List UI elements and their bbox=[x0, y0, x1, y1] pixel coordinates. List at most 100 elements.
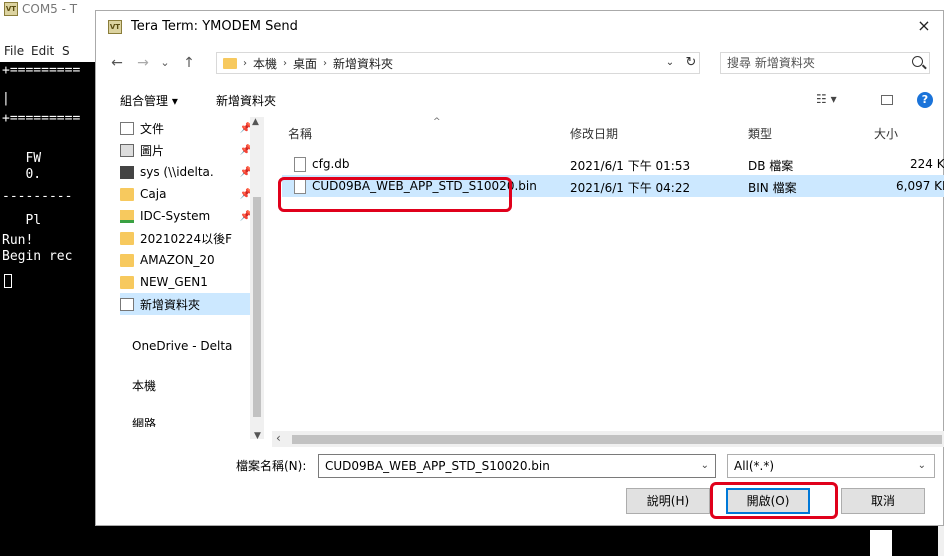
nav-item-label: Caja bbox=[140, 187, 167, 201]
nav-item-label: 圖片 bbox=[140, 143, 165, 158]
folder-icon bbox=[120, 231, 134, 245]
terminal-line: 0. bbox=[2, 167, 42, 182]
teraterm-icon: VT bbox=[108, 20, 122, 34]
scroll-thumb[interactable] bbox=[292, 435, 942, 444]
terminal-cursor bbox=[4, 274, 12, 288]
new-folder-button[interactable]: 新增資料夾 bbox=[216, 92, 276, 109]
file-row-cfg[interactable]: cfg.db 2021/6/1 下午 01:53 DB 檔案 224 KB bbox=[282, 153, 944, 175]
column-name[interactable]: 名稱 bbox=[288, 125, 312, 142]
menu-edit[interactable]: Edit bbox=[31, 44, 54, 58]
folder-icon bbox=[120, 209, 134, 223]
menu-file[interactable]: File bbox=[4, 44, 24, 58]
up-button[interactable]: ↑ bbox=[180, 51, 198, 75]
breadcrumb-this-pc[interactable]: 本機 bbox=[253, 55, 277, 72]
navigation-bar: ← → ⌄ ↑ › 本機 › 桌面 › 新增資料夾 ⌄ ↻ 搜尋 新增資料夾 bbox=[96, 51, 943, 77]
terminal-line: Begin rec bbox=[2, 249, 73, 264]
filter-value: All(*.*) bbox=[734, 459, 775, 473]
scroll-left-icon[interactable]: ‹ bbox=[276, 431, 281, 445]
file-type: BIN 檔案 bbox=[748, 181, 797, 195]
nav-item-new-folder[interactable]: 新增資料夾 bbox=[120, 293, 254, 315]
highlight-selected-file bbox=[278, 177, 512, 212]
terminal-line: FW bbox=[2, 151, 42, 166]
preview-pane-icon[interactable] bbox=[881, 95, 893, 105]
file-list: ^ 名稱 修改日期 類型 大小 cfg.db 2021/6/1 下午 01:53… bbox=[278, 117, 944, 421]
nav-item-label: AMAZON_20 bbox=[140, 253, 215, 267]
organize-button[interactable]: 組合管理 ▾ bbox=[120, 92, 178, 109]
nav-item-network[interactable]: 網路 bbox=[132, 415, 156, 427]
nav-item-label: 新增資料夾 bbox=[140, 297, 201, 312]
chevron-down-icon: ⌄ bbox=[665, 57, 675, 68]
breadcrumb-desktop[interactable]: 桌面 bbox=[293, 55, 317, 72]
breadcrumb-separator: › bbox=[243, 57, 247, 69]
sort-ascending-icon: ^ bbox=[433, 117, 441, 127]
close-button[interactable]: × bbox=[909, 13, 939, 39]
nav-item-label: sys (\\idelta. bbox=[140, 165, 214, 179]
forward-button[interactable]: → bbox=[134, 51, 152, 75]
file-type-filter[interactable]: All(*.*) ⌄ bbox=[727, 454, 935, 478]
column-modified[interactable]: 修改日期 bbox=[570, 125, 618, 142]
nav-item-idc-system[interactable]: IDC-System 📌 bbox=[120, 205, 254, 227]
folder-icon bbox=[120, 187, 134, 201]
address-dropdown-button[interactable]: ⌄ bbox=[659, 52, 681, 74]
nav-item-new-gen1[interactable]: NEW_GEN1 bbox=[120, 271, 254, 293]
command-bar: 組合管理 ▾ 新增資料夾 ☷ ▾ ? bbox=[96, 89, 943, 111]
cancel-button[interactable]: 取消 bbox=[841, 488, 925, 514]
file-modified: 2021/6/1 下午 01:53 bbox=[570, 159, 691, 173]
up-arrow-icon: ↑ bbox=[183, 55, 195, 71]
refresh-icon: ↻ bbox=[685, 55, 697, 70]
recent-locations-button[interactable]: ⌄ bbox=[156, 51, 174, 75]
filename-input[interactable]: CUD09BA_WEB_APP_STD_S10020.bin ⌄ bbox=[318, 454, 716, 478]
nav-item-amazon[interactable]: AMAZON_20 bbox=[120, 249, 254, 271]
back-button[interactable]: ← bbox=[108, 51, 126, 75]
horizontal-scrollbar[interactable]: ‹ bbox=[272, 431, 944, 447]
background-scroll-button bbox=[870, 530, 892, 556]
nav-item-onedrive[interactable]: OneDrive - Delta bbox=[132, 339, 232, 353]
file-modified: 2021/6/1 下午 04:22 bbox=[570, 181, 691, 195]
nav-pane-scrollbar[interactable]: ▲ bbox=[250, 117, 264, 439]
terminal-title-text: COM5 - T bbox=[22, 2, 78, 16]
nav-item-documents[interactable]: 文件 📌 bbox=[120, 117, 254, 139]
terminal-line: | bbox=[2, 91, 10, 106]
filename-label: 檔案名稱(N): bbox=[236, 459, 307, 473]
filename-value: CUD09BA_WEB_APP_STD_S10020.bin bbox=[325, 459, 550, 473]
scroll-thumb[interactable] bbox=[253, 197, 261, 417]
address-bar[interactable]: › 本機 › 桌面 › 新增資料夾 bbox=[216, 52, 700, 74]
network-drive-icon bbox=[120, 165, 134, 179]
nav-item-this-pc[interactable]: 本機 bbox=[132, 377, 156, 394]
nav-item-label: 20210224以後F bbox=[140, 231, 232, 246]
scroll-down-icon[interactable]: ▼ bbox=[254, 431, 261, 441]
breadcrumb-new-folder[interactable]: 新增資料夾 bbox=[333, 55, 393, 72]
nav-item-caja[interactable]: Caja 📌 bbox=[120, 183, 254, 205]
menu-setup[interactable]: S bbox=[62, 44, 70, 58]
chevron-down-icon[interactable]: ⌄ bbox=[701, 455, 709, 477]
view-options-button[interactable]: ☷ ▾ bbox=[816, 92, 837, 106]
ymodem-send-dialog: VT Tera Term: YMODEM Send × ← → ⌄ ↑ › 本機… bbox=[95, 10, 944, 526]
navigation-pane: 文件 📌 圖片 📌 sys (\\idelta. 📌 Caja 📌 IDC-System… bbox=[96, 117, 266, 439]
help-button[interactable]: 說明(H) bbox=[626, 488, 710, 514]
refresh-button[interactable]: ↻ bbox=[682, 52, 700, 74]
nav-item-pictures[interactable]: 圖片 📌 bbox=[120, 139, 254, 161]
scroll-up-icon[interactable]: ▲ bbox=[252, 117, 259, 127]
nav-item-20210224[interactable]: 20210224以後F bbox=[120, 227, 254, 249]
highlight-open-button bbox=[710, 482, 838, 519]
column-size[interactable]: 大小 bbox=[874, 125, 898, 142]
terminal-line: --------- bbox=[2, 189, 73, 204]
terminal-title: VT COM5 - T bbox=[4, 1, 77, 17]
file-size: 6,097 KB bbox=[896, 179, 944, 193]
nav-item-label: NEW_GEN1 bbox=[140, 275, 208, 289]
picture-icon bbox=[120, 143, 134, 157]
file-size: 224 KB bbox=[910, 157, 944, 171]
folder-icon bbox=[120, 275, 134, 289]
file-icon bbox=[294, 157, 306, 172]
document-icon bbox=[120, 121, 134, 135]
nav-item-label: 文件 bbox=[140, 121, 165, 136]
terminal-screen[interactable]: +========= | +========= FW 0. --------- … bbox=[0, 62, 100, 556]
nav-item-sys-drive[interactable]: sys (\\idelta. 📌 bbox=[120, 161, 254, 183]
terminal-menubar: File Edit S bbox=[0, 18, 100, 62]
chevron-down-icon: ⌄ bbox=[160, 56, 170, 69]
column-type[interactable]: 類型 bbox=[748, 125, 772, 142]
search-input[interactable]: 搜尋 新增資料夾 bbox=[720, 52, 930, 74]
terminal-line: Pl bbox=[2, 213, 42, 228]
search-icon bbox=[912, 56, 923, 67]
help-icon[interactable]: ? bbox=[917, 92, 933, 108]
